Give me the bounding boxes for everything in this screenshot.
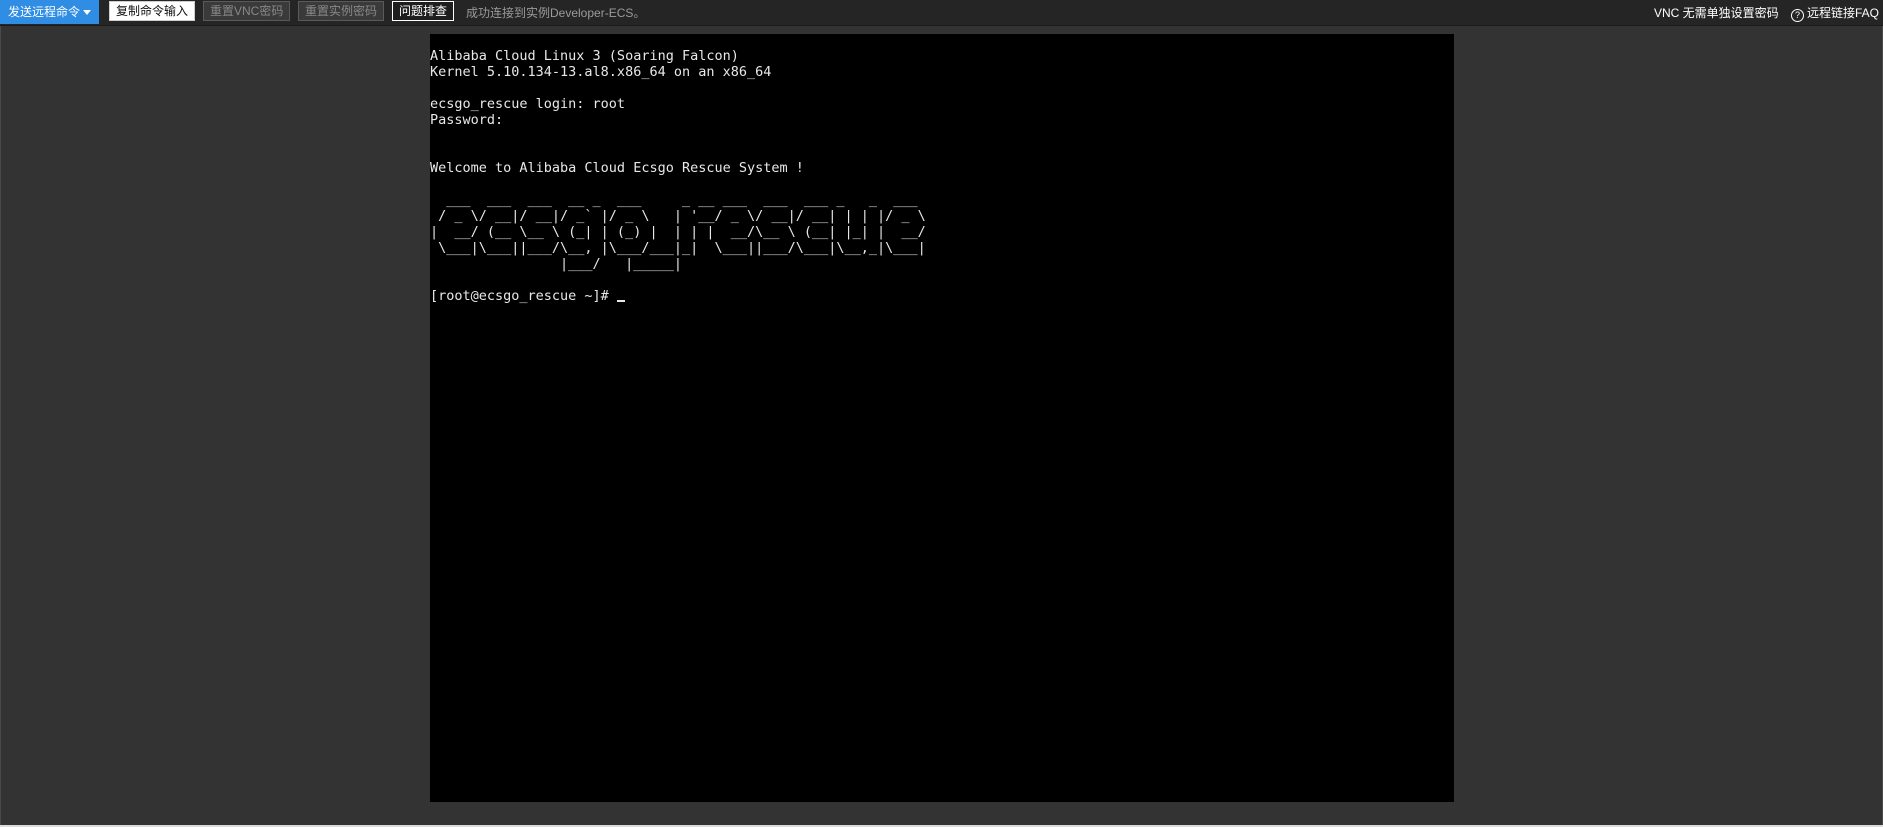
vnc-console-screen[interactable]: Alibaba Cloud Linux 3 (Soaring Falcon) K… [430,34,1454,802]
vnc-no-password-link[interactable]: VNC 无需单独设置密码 [1654,4,1779,21]
connection-status-text: 成功连接到实例Developer-ECS。 [466,6,646,20]
reset-instance-password-button[interactable]: 重置实例密码 [298,1,385,21]
terminal-cursor [616,300,625,302]
terminal-line: Password: [430,112,504,128]
terminal-line: Alibaba Cloud Linux 3 (Soaring Falcon) [430,48,739,64]
send-remote-command-label: 发送远程命令 [8,5,81,19]
shell-prompt: [root@ecsgo_rescue ~]# [430,288,617,304]
reset-vnc-password-button[interactable]: 重置VNC密码 [203,1,291,21]
remote-connection-faq-link[interactable]: ? 远程链接FAQ [1791,4,1879,22]
vnc-console-app: 发送远程命令 复制命令输入 重置VNC密码 重置实例密码 问题排查 成功连接到实… [0,0,1883,827]
terminal-line: Welcome to Alibaba Cloud Ecsgo Rescue Sy… [430,160,804,176]
caret-down-icon [83,10,92,15]
copy-command-input-label: 复制命令输入 [116,4,189,18]
faq-link-label: 远程链接FAQ [1807,6,1880,20]
terminal-line: ecsgo_rescue login: root [430,96,626,112]
troubleshoot-button[interactable]: 问题排查 [392,1,455,21]
send-remote-command-dropdown[interactable]: 发送远程命令 [0,0,100,24]
reset-instance-password-label: 重置实例密码 [305,4,378,18]
ascii-banner-line: \___|\___||___/\__, |\___/___|_| \___||_… [430,240,926,256]
copy-command-input-button[interactable]: 复制命令输入 [109,1,196,21]
terminal-output: Alibaba Cloud Linux 3 (Soaring Falcon) K… [430,48,926,304]
toolbar: 发送远程命令 复制命令输入 重置VNC密码 重置实例密码 问题排查 成功连接到实… [0,0,1883,26]
left-frame-border [0,26,1,827]
ascii-banner-line: | __/ (__ \__ \ (_| | (_) | | | | __/\__… [430,224,926,240]
ascii-banner-line: / _ \/ __|/ __|/ _` |/ _ \ | '__/ _ \/ _… [430,208,926,224]
ascii-banner-line: ___ ___ ___ __ _ ___ _ __ ___ ___ ___ _ … [430,192,918,208]
terminal-line: Kernel 5.10.134-13.al8.x86_64 on an x86_… [430,64,772,80]
troubleshoot-label: 问题排查 [399,4,448,18]
help-circle-icon: ? [1791,9,1804,22]
reset-vnc-password-label: 重置VNC密码 [210,4,284,18]
ascii-banner-line: |___/ |_____| [430,256,682,272]
